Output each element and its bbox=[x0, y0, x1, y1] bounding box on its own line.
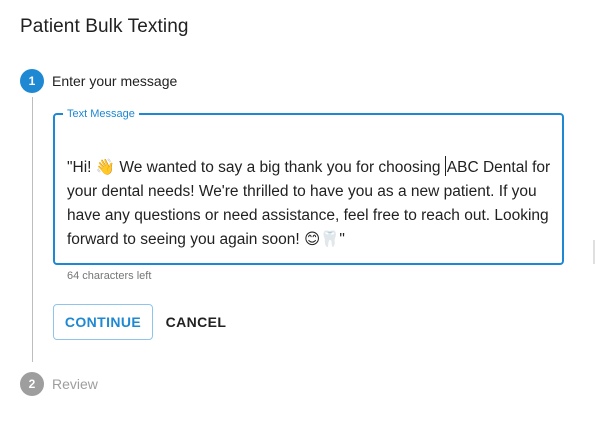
step-number-badge: 1 bbox=[20, 69, 44, 93]
step-review[interactable]: 2 Review bbox=[20, 372, 98, 396]
page-title: Patient Bulk Texting bbox=[20, 16, 189, 37]
message-text-before-cursor: "Hi! 👋 We wanted to say a big thank you … bbox=[67, 159, 445, 176]
cancel-button[interactable]: CANCEL bbox=[160, 304, 232, 340]
text-message-field[interactable]: Text Message "Hi! 👋 We wanted to say a b… bbox=[53, 108, 564, 265]
step-label: Review bbox=[52, 376, 98, 392]
text-message-input[interactable]: "Hi! 👋 We wanted to say a big thank you … bbox=[67, 156, 552, 252]
continue-button[interactable]: CONTINUE bbox=[53, 304, 153, 340]
step-connector bbox=[32, 97, 33, 362]
step-enter-message[interactable]: 1 Enter your message bbox=[20, 69, 177, 93]
text-cursor bbox=[444, 156, 446, 176]
bulk-texting-page: Patient Bulk Texting 1 Enter your messag… bbox=[0, 0, 595, 421]
text-message-label: Text Message bbox=[67, 108, 135, 120]
step-label: Enter your message bbox=[52, 73, 178, 89]
step-number-badge: 2 bbox=[20, 372, 44, 396]
characters-left-helper: 64 characters left bbox=[67, 270, 152, 282]
